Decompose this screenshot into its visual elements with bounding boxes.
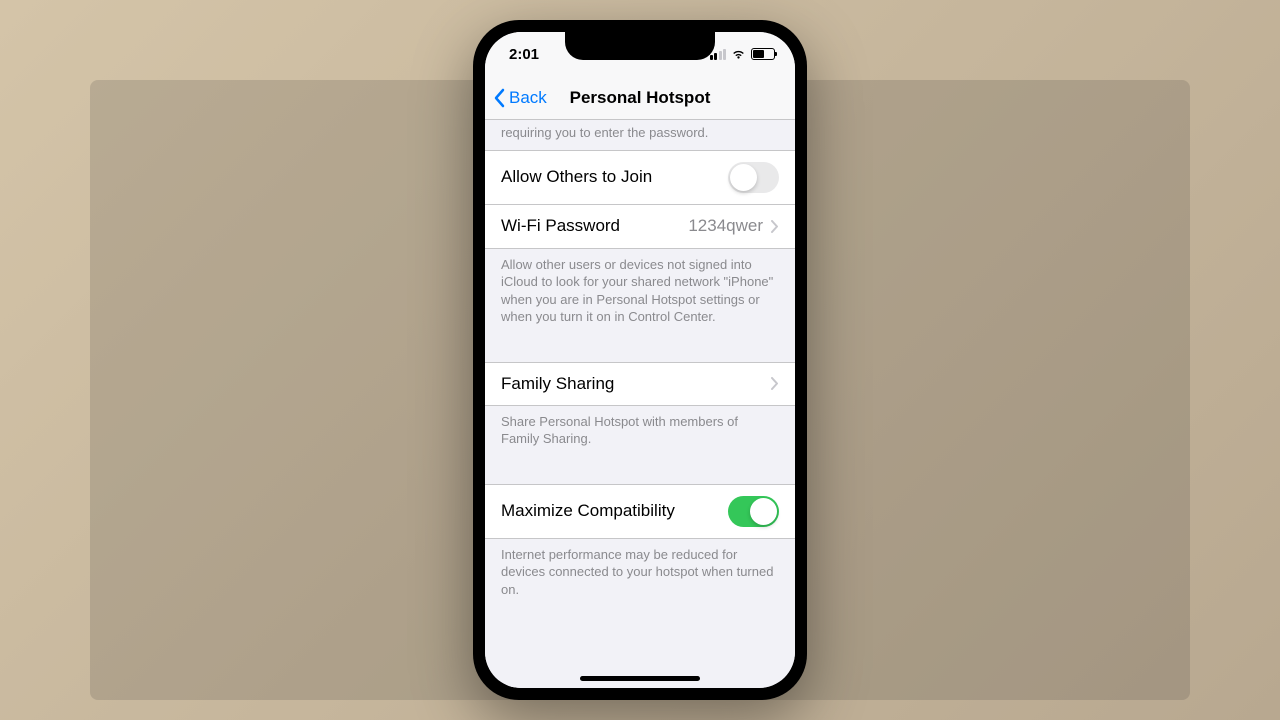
maximize-compatibility-toggle[interactable] <box>728 496 779 527</box>
row-allow-others[interactable]: Allow Others to Join <box>485 150 795 205</box>
row-label: Family Sharing <box>501 374 614 394</box>
phone-frame: 2:01 Back Personal Hotspot <box>473 20 807 700</box>
row-maximize-compatibility[interactable]: Maximize Compatibility <box>485 484 795 539</box>
battery-icon <box>751 48 775 60</box>
status-indicators <box>710 48 776 60</box>
row-wifi-password[interactable]: Wi-Fi Password 1234qwer <box>485 205 795 249</box>
phone-screen: 2:01 Back Personal Hotspot <box>485 32 795 688</box>
chevron-right-icon <box>771 220 779 233</box>
home-indicator[interactable] <box>580 676 700 681</box>
row-family-sharing[interactable]: Family Sharing <box>485 362 795 406</box>
row-value <box>771 377 779 390</box>
chevron-left-icon <box>493 88 505 108</box>
chevron-right-icon <box>771 377 779 390</box>
back-button[interactable]: Back <box>485 88 547 108</box>
header-description-partial: requiring you to enter the password. <box>485 120 795 150</box>
group-hotspot: Allow Others to Join Wi-Fi Password 1234… <box>485 150 795 249</box>
footer-maxcompat: Internet performance may be reduced for … <box>485 539 795 607</box>
wifi-password-value: 1234qwer <box>688 216 763 236</box>
footer-family-sharing: Share Personal Hotspot with members of F… <box>485 406 795 456</box>
phone-notch <box>565 32 715 60</box>
back-label: Back <box>509 88 547 108</box>
group-maxcompat: Maximize Compatibility <box>485 484 795 539</box>
wifi-icon <box>731 49 746 60</box>
settings-content[interactable]: requiring you to enter the password. All… <box>485 120 795 688</box>
row-value: 1234qwer <box>688 216 779 236</box>
navigation-bar: Back Personal Hotspot <box>485 76 795 120</box>
row-label: Maximize Compatibility <box>501 501 675 521</box>
allow-others-toggle[interactable] <box>728 162 779 193</box>
status-time: 2:01 <box>509 46 539 63</box>
row-label: Allow Others to Join <box>501 167 652 187</box>
group-family: Family Sharing <box>485 362 795 406</box>
footer-allow-others: Allow other users or devices not signed … <box>485 249 795 334</box>
row-label: Wi-Fi Password <box>501 216 620 236</box>
